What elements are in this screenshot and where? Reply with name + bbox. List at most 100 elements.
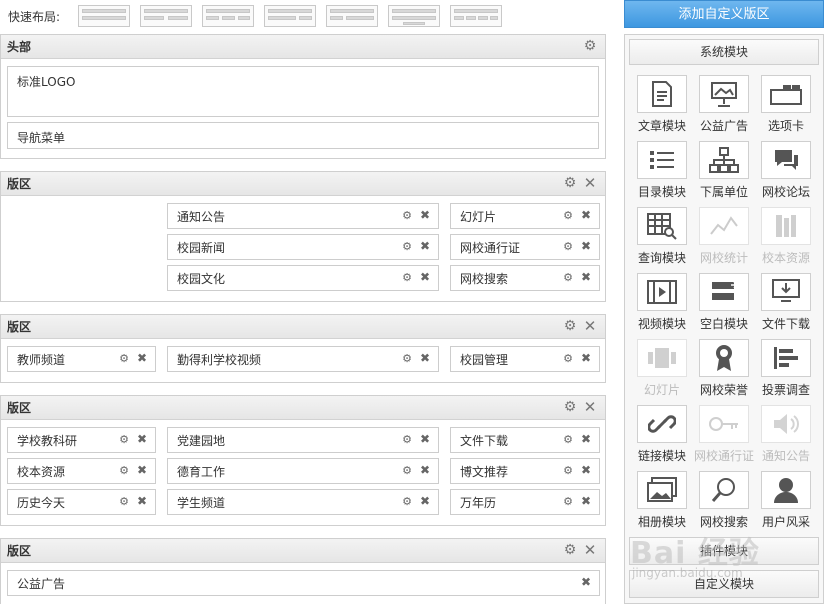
gear-icon[interactable]: ⚙ [563, 495, 573, 508]
close-icon[interactable]: ✕ [583, 319, 597, 334]
module-campus-news[interactable]: 校园新闻 ⚙ ✖ [167, 234, 439, 260]
module-file-download[interactable]: 文件下载 ⚙ ✖ [450, 427, 600, 453]
gear-icon[interactable]: ⚙ [563, 240, 573, 253]
close-icon[interactable]: ✖ [137, 432, 147, 446]
layout-thumb-3[interactable] [202, 5, 254, 27]
gear-icon[interactable]: ⚙ [402, 433, 412, 446]
film-icon [637, 273, 687, 311]
module-tile[interactable]: 链接模块 [631, 405, 693, 471]
close-icon[interactable]: ✕ [583, 176, 597, 191]
module-tile-label: 链接模块 [637, 449, 686, 463]
close-icon[interactable]: ✕ [583, 543, 597, 558]
module-tile-label: 幻灯片 [643, 383, 680, 397]
gear-icon[interactable]: ⚙ [402, 271, 412, 284]
close-icon[interactable]: ✖ [581, 239, 591, 253]
close-icon[interactable]: ✖ [137, 351, 147, 365]
gear-icon[interactable]: ⚙ [563, 352, 573, 365]
gear-icon[interactable]: ⚙ [563, 319, 577, 333]
close-icon[interactable]: ✖ [420, 432, 430, 446]
module-tile[interactable]: 空白模块 [693, 273, 755, 339]
module-history-today[interactable]: 历史今天 ⚙ ✖ [7, 489, 156, 515]
gear-icon[interactable]: ⚙ [119, 464, 129, 477]
gear-icon[interactable]: ⚙ [563, 271, 573, 284]
gear-icon[interactable]: ⚙ [402, 209, 412, 222]
module-party-garden[interactable]: 党建园地 ⚙ ✖ [167, 427, 439, 453]
section-block-bar: 版区 ⚙ ✕ [1, 539, 605, 563]
logo-module[interactable]: 标准LOGO [7, 66, 599, 117]
close-icon[interactable]: ✖ [581, 575, 591, 589]
nav-menu-module[interactable]: 导航菜单 [7, 122, 599, 149]
close-icon[interactable]: ✖ [420, 463, 430, 477]
gear-icon[interactable]: ⚙ [119, 433, 129, 446]
gear-icon[interactable]: ⚙ [583, 39, 597, 53]
module-research[interactable]: 学校教科研 ⚙ ✖ [7, 427, 156, 453]
gear-icon[interactable]: ⚙ [119, 352, 129, 365]
module-calendar[interactable]: 万年历 ⚙ ✖ [450, 489, 600, 515]
module-tile[interactable]: 网校荣誉 [693, 339, 755, 405]
close-icon[interactable]: ✖ [420, 239, 430, 253]
gear-icon[interactable]: ⚙ [563, 543, 577, 557]
module-tile[interactable]: 文章模块 [631, 75, 693, 141]
close-icon[interactable]: ✖ [581, 270, 591, 284]
module-tile[interactable]: 目录模块 [631, 141, 693, 207]
module-school-search[interactable]: 网校搜索 ⚙ ✖ [450, 265, 600, 291]
module-notice[interactable]: 通知公告 ⚙ ✖ [167, 203, 439, 229]
module-tile[interactable]: 公益广告 [693, 75, 755, 141]
gear-icon[interactable]: ⚙ [402, 240, 412, 253]
key-icon [699, 405, 749, 443]
module-tile[interactable]: 网校论坛 [755, 141, 817, 207]
module-tile[interactable]: 用户风采 [755, 471, 817, 537]
module-tile[interactable]: 投票调查 [755, 339, 817, 405]
add-custom-section-button[interactable]: 添加自定义版区 [624, 0, 824, 28]
module-panel: 系统模块 文章模块 公益广告 选项卡 目录模块 下属单位 网校论坛 查询模块 网校统计 校本资源… [624, 34, 824, 604]
close-icon[interactable]: ✖ [581, 432, 591, 446]
close-icon[interactable]: ✖ [420, 208, 430, 222]
close-icon[interactable]: ✖ [420, 351, 430, 365]
close-icon[interactable]: ✕ [583, 400, 597, 415]
module-school-video[interactable]: 勤得利学校视频 ⚙ ✖ [167, 346, 439, 372]
module-school-resources[interactable]: 校本资源 ⚙ ✖ [7, 458, 156, 484]
gear-icon[interactable]: ⚙ [563, 464, 573, 477]
module-tile[interactable]: 查询模块 [631, 207, 693, 273]
module-tile[interactable]: 文件下载 [755, 273, 817, 339]
gear-icon[interactable]: ⚙ [119, 495, 129, 508]
module-teacher-channel[interactable]: 教师频道 ⚙ ✖ [7, 346, 156, 372]
close-icon[interactable]: ✖ [420, 494, 430, 508]
module-passport[interactable]: 网校通行证 ⚙ ✖ [450, 234, 600, 260]
section-title: 头部 [7, 40, 32, 54]
module-public-ad[interactable]: 公益广告 ✖ [7, 570, 600, 596]
module-campus-culture[interactable]: 校园文化 ⚙ ✖ [167, 265, 439, 291]
layout-thumb-7[interactable] [450, 5, 502, 27]
module-tile-label: 查询模块 [637, 251, 686, 265]
gear-icon[interactable]: ⚙ [402, 352, 412, 365]
layout-thumb-1[interactable] [78, 5, 130, 27]
quick-layout-label: 快速布局: [8, 9, 61, 24]
close-icon[interactable]: ✖ [420, 270, 430, 284]
gear-icon[interactable]: ⚙ [402, 464, 412, 477]
layout-thumb-5[interactable] [326, 5, 378, 27]
gear-icon[interactable]: ⚙ [563, 400, 577, 414]
module-tile-label: 公益广告 [699, 119, 748, 133]
module-tile[interactable]: 选项卡 [755, 75, 817, 141]
gear-icon[interactable]: ⚙ [402, 495, 412, 508]
module-campus-management[interactable]: 校园管理 ⚙ ✖ [450, 346, 600, 372]
gear-icon[interactable]: ⚙ [563, 176, 577, 190]
module-tile[interactable]: 下属单位 [693, 141, 755, 207]
close-icon[interactable]: ✖ [581, 351, 591, 365]
gear-icon[interactable]: ⚙ [563, 209, 573, 222]
gear-icon[interactable]: ⚙ [563, 433, 573, 446]
module-blog-recommend[interactable]: 博文推荐 ⚙ ✖ [450, 458, 600, 484]
module-slideshow[interactable]: 幻灯片 ⚙ ✖ [450, 203, 600, 229]
module-moral-education[interactable]: 德育工作 ⚙ ✖ [167, 458, 439, 484]
module-student-channel[interactable]: 学生频道 ⚙ ✖ [167, 489, 439, 515]
close-icon[interactable]: ✖ [137, 463, 147, 477]
layout-thumb-6[interactable] [388, 5, 440, 27]
close-icon[interactable]: ✖ [137, 494, 147, 508]
layout-thumb-2[interactable] [140, 5, 192, 27]
close-icon[interactable]: ✖ [581, 208, 591, 222]
close-icon[interactable]: ✖ [581, 463, 591, 477]
layout-thumb-4[interactable] [264, 5, 316, 27]
system-modules-header[interactable]: 系统模块 [629, 39, 819, 65]
module-tile[interactable]: 视频模块 [631, 273, 693, 339]
close-icon[interactable]: ✖ [581, 494, 591, 508]
